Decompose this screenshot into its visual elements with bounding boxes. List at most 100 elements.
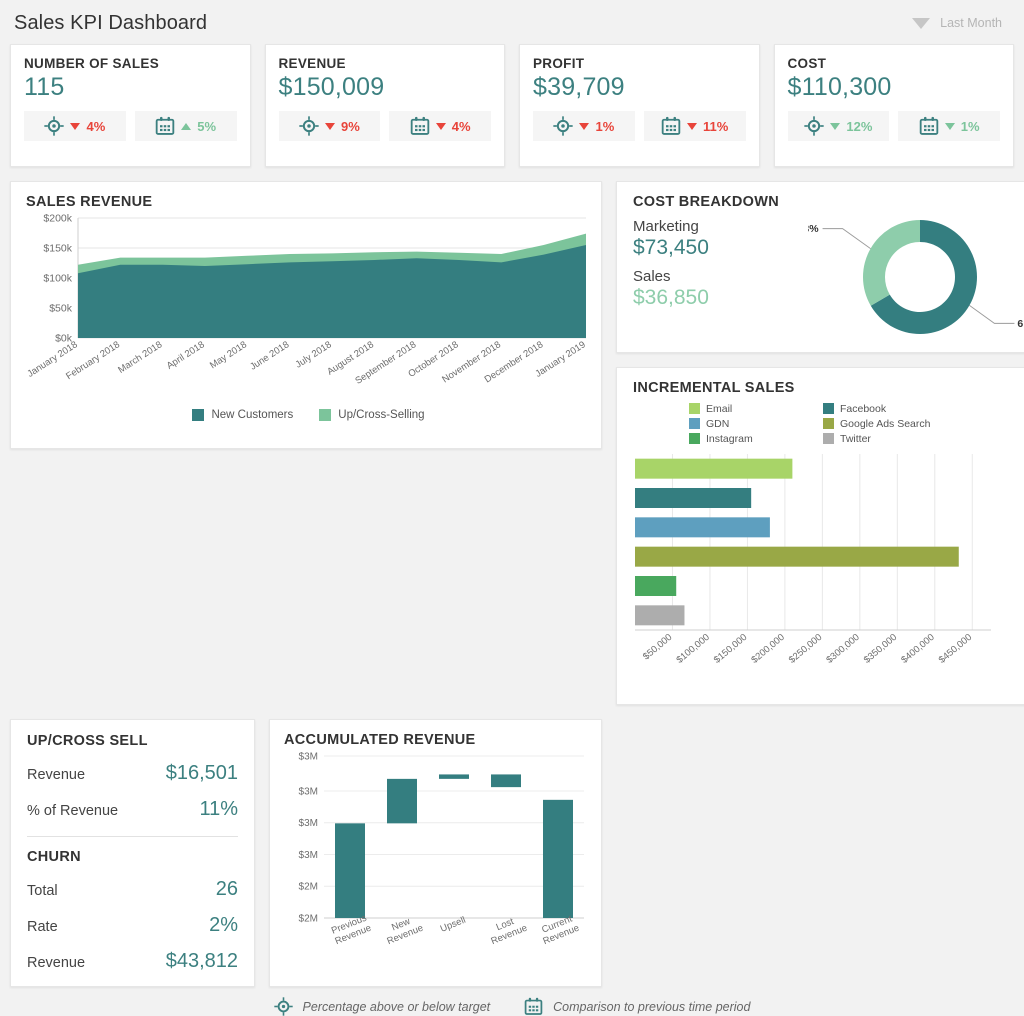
kpi-badges: 1% 11%: [533, 111, 746, 141]
svg-text:March 2018: March 2018: [116, 339, 164, 376]
dashboard-footer: Percentage above or below target Compari…: [10, 997, 1014, 1016]
target-percent: 1%: [595, 119, 614, 134]
target-badge: 1%: [533, 111, 635, 141]
accumulated-revenue-panel: ACCUMULATED REVENUE $2M$2M$3M$3M$3M$3MPr…: [269, 719, 602, 987]
footer-legend-text: Comparison to previous time period: [553, 1000, 750, 1014]
period-badge: 5%: [135, 111, 237, 141]
svg-text:$3M: $3M: [299, 752, 318, 763]
trend-arrow-down: [325, 123, 335, 130]
svg-text:$450,000: $450,000: [937, 632, 974, 666]
right-column: COST BREAKDOWN Marketing $73,450 Sales $…: [616, 181, 1024, 705]
legend-swatch: [823, 433, 834, 444]
trend-arrow-down: [436, 123, 446, 130]
target-percent: 12%: [846, 119, 872, 134]
legend-swatch: [689, 418, 700, 429]
svg-text:$2M: $2M: [299, 914, 318, 925]
cost-breakdown-body: Marketing $73,450 Sales $36,850 67%33%: [633, 210, 1023, 345]
kpi-card-profit[interactable]: PROFIT $39,709 1%: [519, 44, 760, 167]
legend-label: Facebook: [840, 403, 886, 415]
kpi-badges: 4% 5%: [24, 111, 237, 141]
bottom-row: UP/CROSS SELL Revenue $16,501 % of Reven…: [10, 719, 1014, 987]
target-icon: [44, 116, 64, 136]
legend-label: Twitter: [840, 433, 871, 445]
cost-breakdown-donut: 67%33%: [808, 210, 1023, 345]
kpi-value: $150,009: [279, 73, 492, 102]
row-label: Rate: [27, 919, 58, 935]
legend-item-twitter: Twitter: [823, 431, 1024, 446]
period-percent: 11%: [703, 119, 728, 134]
calendar-icon: [524, 997, 543, 1016]
kpi-card-cost[interactable]: COST $110,300 12%: [774, 44, 1015, 167]
row-value: 26: [216, 878, 238, 901]
legend-item-facebook: Facebook: [823, 401, 1024, 416]
kpi-row: NUMBER OF SALES 115 4%: [10, 44, 1014, 167]
calendar-icon: [661, 116, 681, 136]
row-label: % of Revenue: [27, 803, 118, 819]
kpi-card-number-of-sales[interactable]: NUMBER OF SALES 115 4%: [10, 44, 251, 167]
svg-text:$50,000: $50,000: [641, 632, 674, 663]
target-badge: 4%: [24, 111, 126, 141]
dashboard-root: Sales KPI Dashboard Last Month NUMBER OF…: [0, 0, 1024, 772]
cost-amount: $73,450: [633, 236, 808, 260]
footer-legend-text: Percentage above or below target: [303, 1000, 491, 1014]
svg-text:$100,000: $100,000: [674, 632, 711, 666]
panel-title-accumulated-revenue: ACCUMULATED REVENUE: [284, 732, 593, 748]
incremental-sales-legend: Email Facebook GDN Google Ads Search: [689, 401, 1024, 446]
target-percent: 9%: [341, 119, 360, 134]
row-value: $16,501: [166, 762, 238, 785]
legend-label: New Customers: [211, 409, 293, 421]
panel-title-churn: CHURN: [27, 849, 238, 865]
svg-text:$350,000: $350,000: [862, 632, 899, 666]
time-period-filter[interactable]: Last Month: [912, 16, 1010, 30]
legend-label: Instagram: [706, 433, 753, 445]
bottom-spacer: [616, 719, 1014, 987]
incremental-sales-chart: $50,000$100,000$150,000$200,000$250,000$…: [633, 446, 1017, 711]
up-cross-sell-row-pct-of-revenue: % of Revenue 11%: [27, 798, 238, 821]
period-badge: 1%: [898, 111, 1000, 141]
kpi-title: COST: [788, 56, 1001, 71]
svg-text:$400,000: $400,000: [899, 632, 936, 666]
sales-revenue-chart: $0k$50k$100k$150k$200kJanuary 2018Februa…: [26, 210, 592, 405]
legend-item-email: Email: [689, 401, 809, 416]
row-value: $43,812: [166, 950, 238, 973]
svg-text:April 2018: April 2018: [165, 339, 207, 372]
period-badge: 4%: [389, 111, 491, 141]
panel-title-up-cross-sell: UP/CROSS SELL: [27, 733, 238, 749]
legend-label: Google Ads Search: [840, 418, 930, 430]
legend-label: Up/Cross-Selling: [338, 409, 424, 421]
up-cross-sell-row-revenue: Revenue $16,501: [27, 762, 238, 785]
row-label: Total: [27, 883, 58, 899]
section-divider: [27, 836, 238, 837]
trend-arrow-up: [181, 123, 191, 130]
up-cross-sell-panel: UP/CROSS SELL Revenue $16,501 % of Reven…: [10, 719, 255, 987]
svg-text:$200k: $200k: [43, 213, 72, 225]
period-badge: 11%: [644, 111, 746, 141]
footer-legend-target: Percentage above or below target: [274, 997, 491, 1016]
churn-row-revenue: Revenue $43,812: [27, 950, 238, 973]
target-badge: 9%: [279, 111, 381, 141]
kpi-value: $110,300: [788, 73, 1001, 102]
churn-row-total: Total 26: [27, 878, 238, 901]
period-percent: 4%: [452, 119, 471, 134]
kpi-value: 115: [24, 73, 237, 102]
kpi-title: NUMBER OF SALES: [24, 56, 237, 71]
sales-revenue-panel: SALES REVENUE $0k$50k$100k$150k$200kJanu…: [10, 181, 602, 449]
panel-title-cost-breakdown: COST BREAKDOWN: [633, 194, 1023, 210]
legend-swatch: [823, 418, 834, 429]
churn-row-rate: Rate 2%: [27, 914, 238, 937]
svg-text:$150k: $150k: [43, 243, 72, 255]
accumulated-revenue-chart: $2M$2M$3M$3M$3M$3MPreviousRevenueNewReve…: [284, 748, 595, 980]
middle-row: SALES REVENUE $0k$50k$100k$150k$200kJanu…: [10, 181, 1014, 705]
svg-text:$150,000: $150,000: [712, 632, 749, 666]
cost-amount: $36,850: [633, 286, 808, 310]
target-badge: 12%: [788, 111, 890, 141]
page-title: Sales KPI Dashboard: [14, 12, 207, 35]
kpi-card-revenue[interactable]: REVENUE $150,009 9%: [265, 44, 506, 167]
target-icon: [553, 116, 573, 136]
calendar-icon: [155, 116, 175, 136]
trend-arrow-down: [579, 123, 589, 130]
footer-legend-period: Comparison to previous time period: [524, 997, 750, 1016]
legend-swatch: [319, 409, 331, 421]
row-label: Revenue: [27, 767, 85, 783]
svg-text:$3M: $3M: [299, 818, 318, 829]
